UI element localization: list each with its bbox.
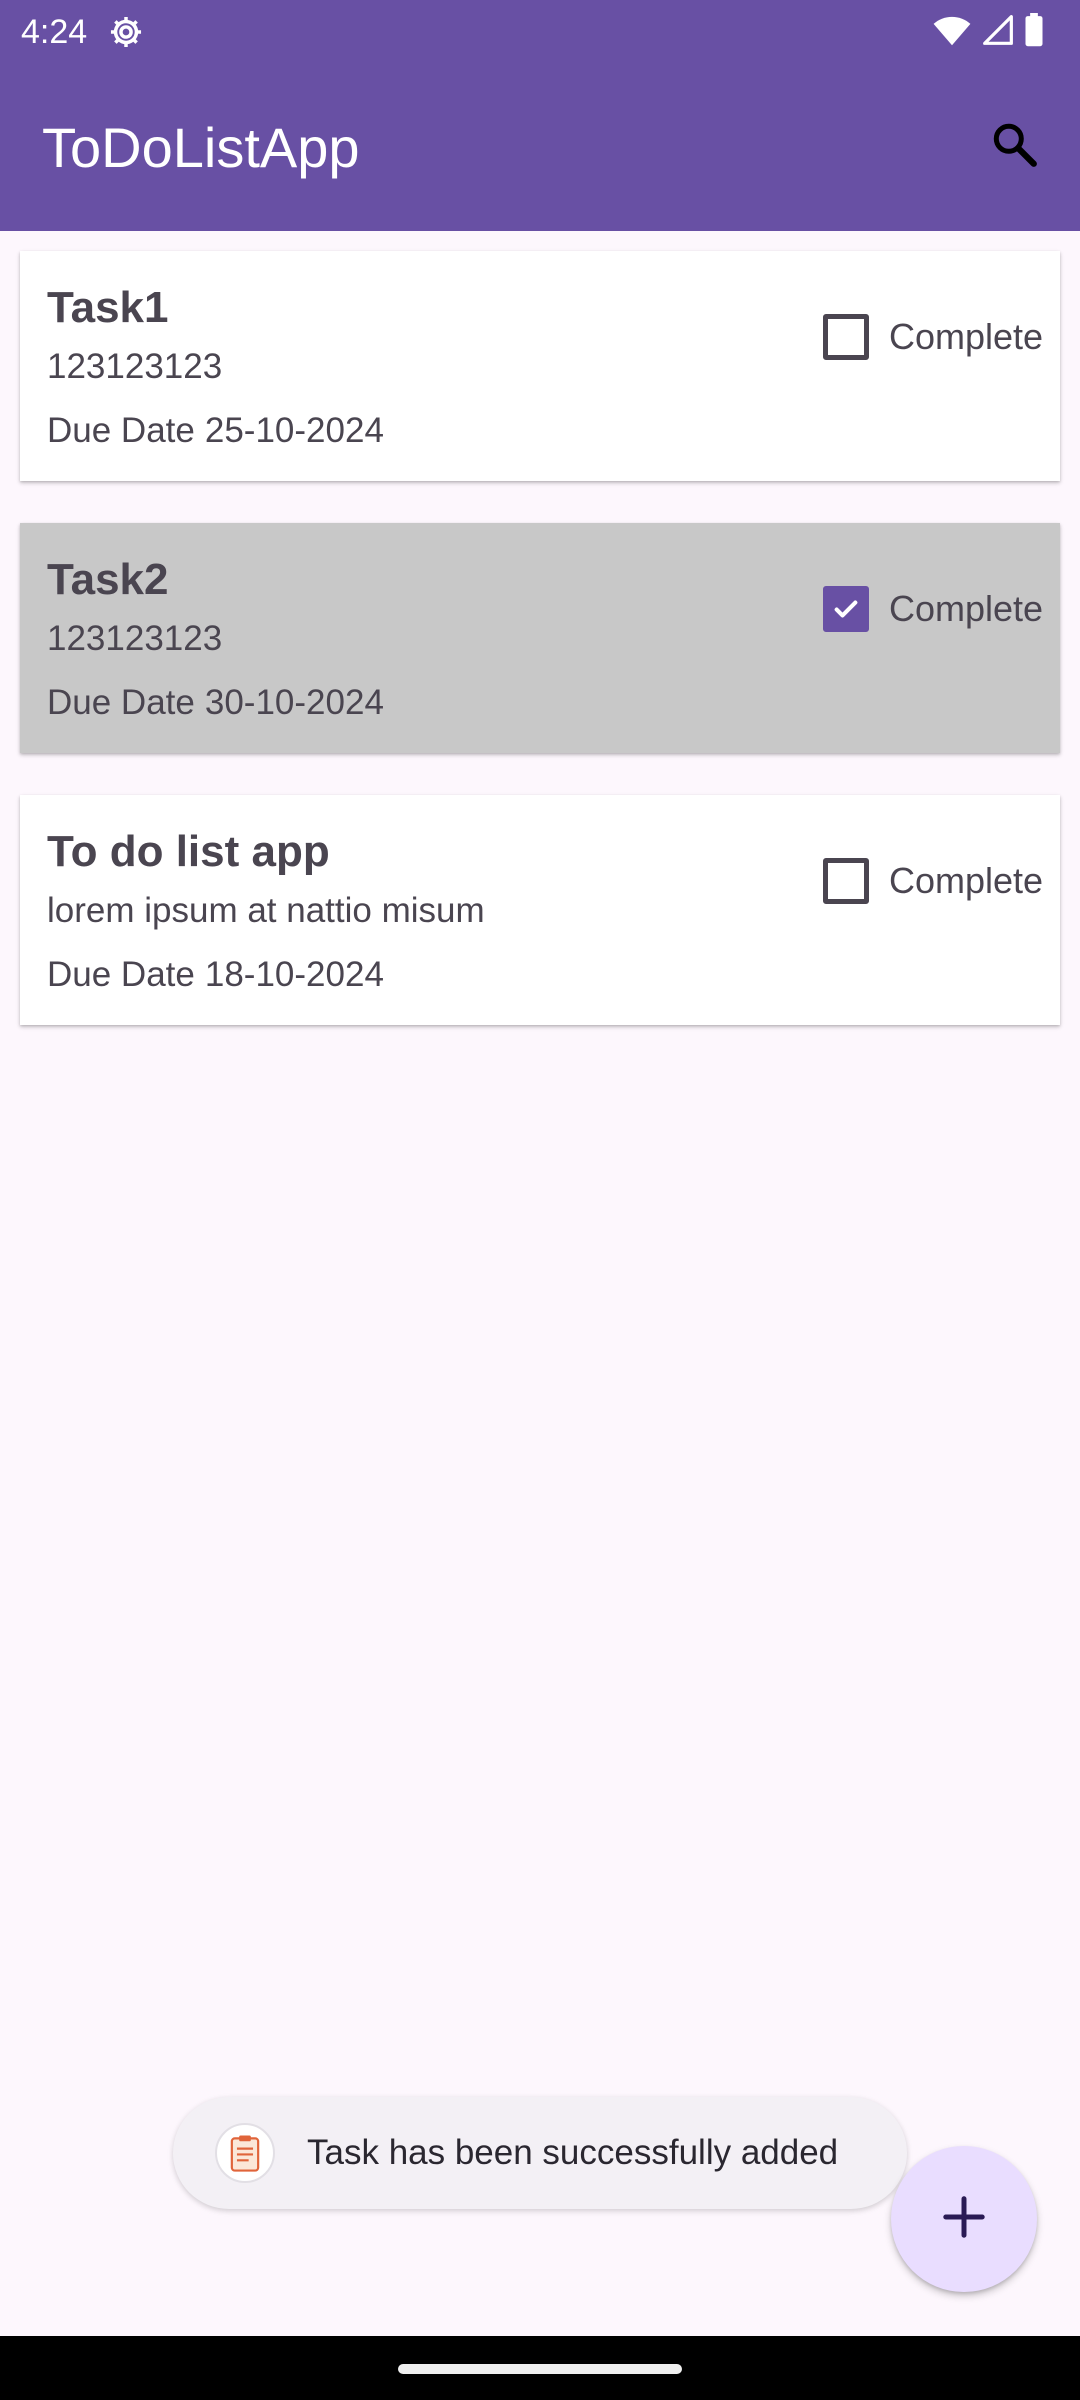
due-date-label: Due Date: [47, 411, 195, 450]
due-date-value: 18-10-2024: [204, 955, 384, 994]
status-icons: [932, 12, 1044, 52]
task-description: 123123123: [47, 619, 223, 658]
due-date-value: 30-10-2024: [204, 683, 384, 722]
toast-message: Task has been successfully added: [307, 2133, 839, 2172]
complete-checkbox[interactable]: [823, 858, 869, 904]
task-card[interactable]: To do list app lorem ipsum at nattio mis…: [20, 795, 1060, 1025]
task-due-date: Due Date 18-10-2024: [47, 953, 384, 997]
app-clipboard-icon: [215, 2123, 275, 2183]
task-description: lorem ipsum at nattio misum: [47, 891, 485, 930]
complete-toggle[interactable]: Complete: [794, 307, 1043, 367]
add-task-button[interactable]: [891, 2146, 1037, 2292]
search-icon: [989, 119, 1039, 174]
check-icon: [834, 600, 858, 618]
home-indicator[interactable]: [398, 2364, 682, 2374]
task-title: To do list app: [47, 827, 330, 876]
complete-label: Complete: [889, 316, 1044, 357]
signal-icon: [982, 14, 1014, 51]
status-time: 4:24: [21, 13, 88, 51]
settings-gear-icon: [107, 13, 145, 51]
toast: Task has been successfully added: [173, 2097, 907, 2209]
complete-checkbox[interactable]: [823, 586, 869, 632]
complete-checkbox[interactable]: [823, 314, 869, 360]
task-title: Task2: [47, 555, 169, 604]
task-list: Task1 123123123 Due Date 25-10-2024 Compl…: [20, 251, 1060, 1067]
app-bar: ToDoListApp: [0, 64, 1080, 231]
task-card[interactable]: Task1 123123123 Due Date 25-10-2024 Compl…: [20, 251, 1060, 481]
task-due-date: Due Date 30-10-2024: [47, 681, 384, 725]
plus-icon: [941, 2194, 987, 2245]
wifi-icon: [932, 14, 972, 51]
due-date-label: Due Date: [47, 955, 195, 994]
task-description: 123123123: [47, 347, 223, 386]
search-button[interactable]: [978, 110, 1050, 182]
battery-icon: [1024, 12, 1044, 52]
due-date-label: Due Date: [47, 683, 195, 722]
due-date-value: 25-10-2024: [204, 411, 384, 450]
app-title: ToDoListApp: [42, 116, 360, 179]
task-title: Task1: [47, 283, 169, 332]
task-due-date: Due Date 25-10-2024: [47, 409, 384, 453]
task-card[interactable]: Task2 123123123 Due Date 30-10-2024 Compl…: [20, 523, 1060, 753]
complete-label: Complete: [889, 860, 1044, 901]
status-bar: 4:24: [0, 0, 1080, 64]
complete-label: Complete: [889, 588, 1044, 629]
complete-toggle[interactable]: Complete: [794, 851, 1043, 911]
complete-toggle[interactable]: Complete: [794, 579, 1043, 639]
